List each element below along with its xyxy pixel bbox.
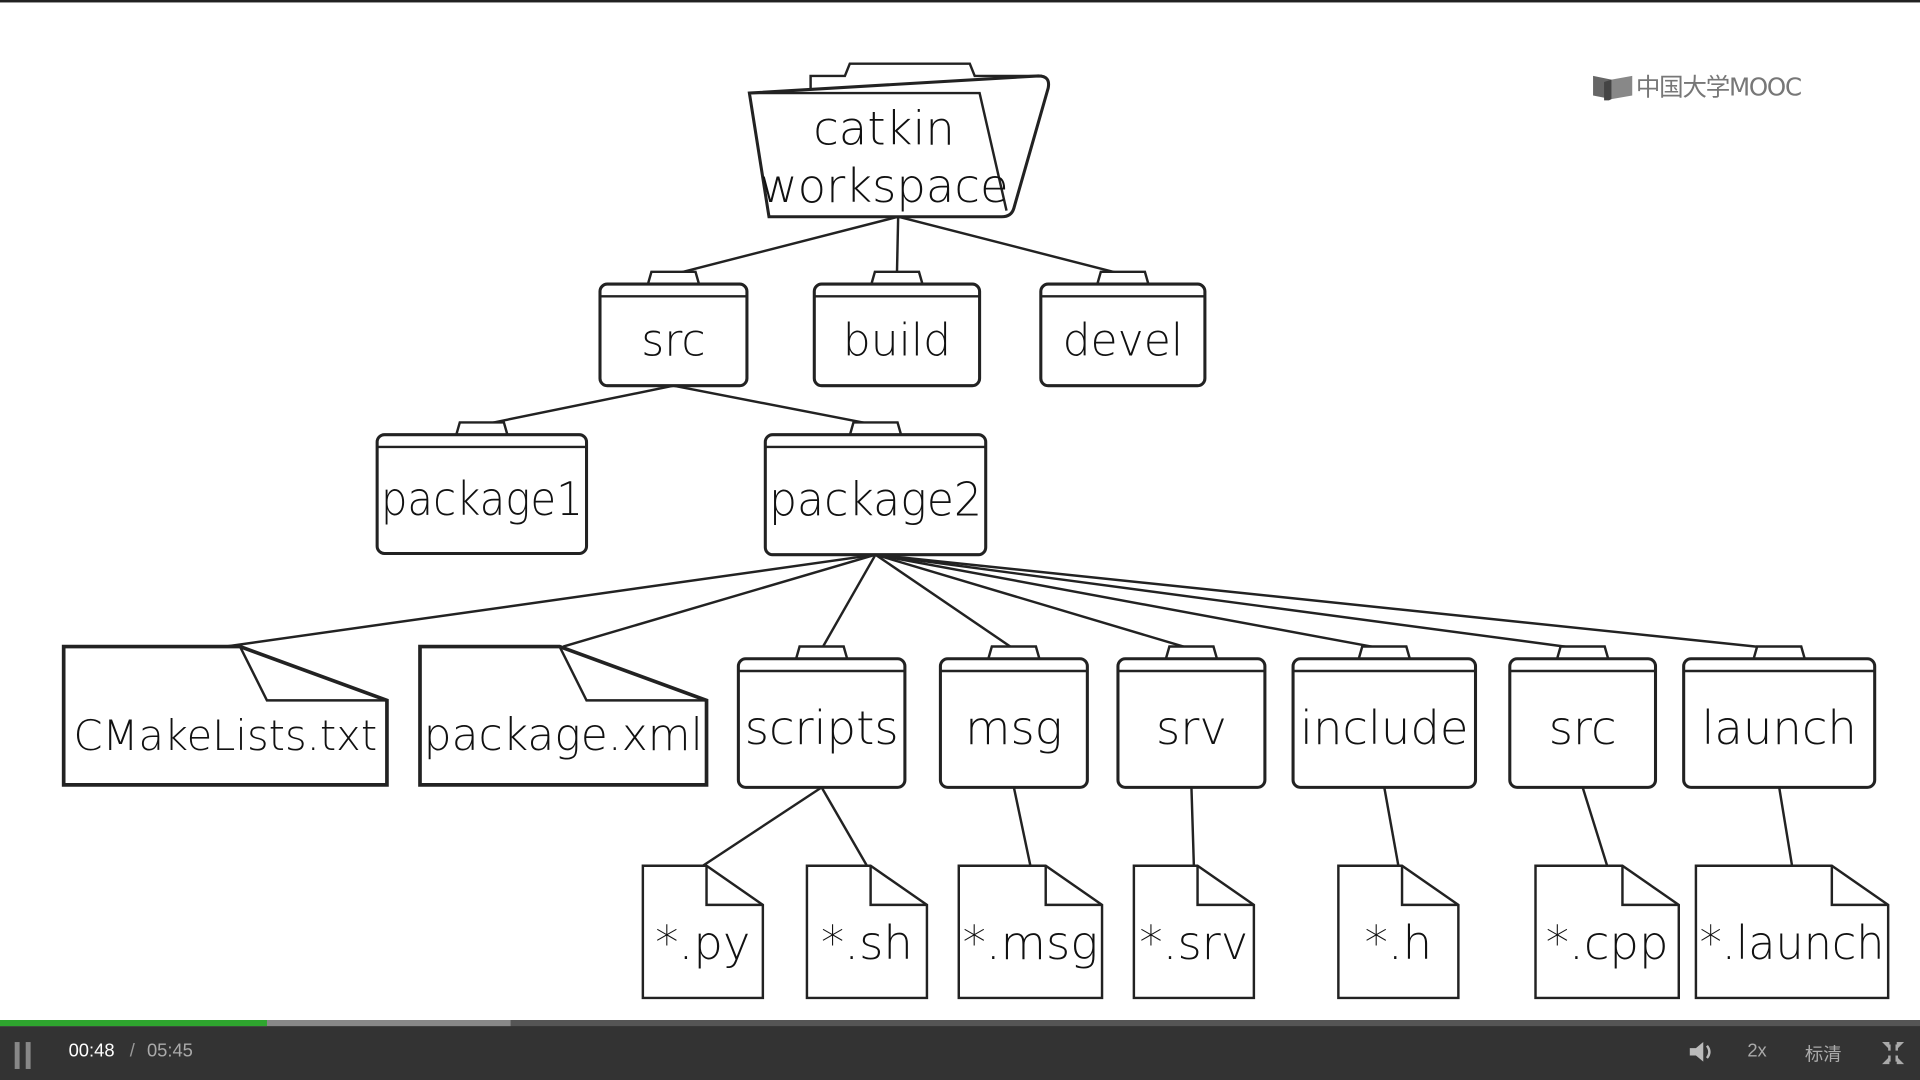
node-launchf[interactable]: *.launch <box>1694 864 1890 1000</box>
edge-ws-src <box>673 215 899 276</box>
node-cpp[interactable]: *.cpp <box>1534 864 1681 1000</box>
node-cmake[interactable]: CMakeLists.txt <box>61 644 389 787</box>
volume-icon[interactable] <box>1687 1040 1716 1064</box>
exit-fullscreen-icon[interactable] <box>1881 1041 1905 1065</box>
edge-package2-include <box>875 553 1385 651</box>
quality-button[interactable]: 标清 <box>1805 1041 1842 1067</box>
edge-src-package2 <box>673 384 876 427</box>
speed-button[interactable]: 2x <box>1747 1041 1766 1062</box>
node-label: package2 <box>769 473 982 527</box>
node-label: package.xml <box>424 710 703 761</box>
edge-msg-msgf <box>1012 787 1032 866</box>
root-label-line: workspace <box>760 159 1009 213</box>
node-h[interactable]: *.h <box>1337 864 1460 1000</box>
node-msgf[interactable]: *.msg <box>957 864 1104 1000</box>
node-sh[interactable]: *.sh <box>805 864 929 1000</box>
edge-scripts-py <box>702 786 823 867</box>
edge-src2-cpp <box>1581 786 1609 867</box>
node-include[interactable]: include <box>1291 645 1478 789</box>
node-srvf[interactable]: *.srv <box>1132 864 1256 1000</box>
mooc-logo: 中国大学MOOC <box>1592 67 1802 103</box>
progress-bar[interactable] <box>0 1020 1920 1027</box>
node-label: *.srv <box>1139 916 1248 970</box>
node-label: *.cpp <box>1546 916 1669 970</box>
node-label: devel <box>1063 316 1184 367</box>
node-label: src <box>1549 701 1617 755</box>
node-catkin-workspace: catkinworkspace <box>747 62 1051 219</box>
node-label: *.h <box>1365 916 1433 970</box>
current-time: 00:48 <box>68 1040 115 1062</box>
node-devel[interactable]: devel <box>1039 270 1207 388</box>
node-msg[interactable]: msg <box>938 645 1089 789</box>
node-label: msg <box>965 701 1062 755</box>
edge-package2-srv <box>875 553 1192 651</box>
node-package2[interactable]: package2 <box>763 421 988 557</box>
node-label: *.sh <box>821 916 913 970</box>
root-label-line: catkin <box>813 101 955 155</box>
node-label: CMakeLists.txt <box>73 711 377 760</box>
edge-package2-msg <box>874 553 1015 650</box>
node-scripts[interactable]: scripts <box>736 645 907 789</box>
edge-ws-devel <box>897 215 1124 276</box>
edge-package2-cmake <box>225 553 876 648</box>
node-pkgxml[interactable]: package.xml <box>418 644 709 787</box>
video-control-bar: 00:48 / 05:45 2x 标清 <box>0 1020 1920 1080</box>
node-src[interactable]: src <box>598 270 749 388</box>
logo-text: 中国大学MOOC <box>1635 72 1802 102</box>
node-launch[interactable]: launch <box>1682 645 1877 789</box>
edge-ws-build <box>895 216 900 275</box>
edge-srv-srvf <box>1190 787 1196 866</box>
catkin-workspace-tree-diagram: catkinworkspace src build devel package1 pack… <box>61 62 1890 1000</box>
edge-package2-launch <box>875 553 1780 651</box>
edge-scripts-sh <box>820 786 868 867</box>
edge-package2-pkgxml <box>562 553 876 648</box>
node-label: *.launch <box>1700 916 1885 970</box>
node-label: build <box>843 316 951 367</box>
node-label: launch <box>1701 701 1856 755</box>
node-label: scripts <box>745 701 899 755</box>
edge-launch-launchf <box>1777 787 1794 866</box>
node-src2[interactable]: src <box>1508 645 1658 789</box>
video-frame: catkin workspace src build devel package1 pack… <box>0 0 1920 1080</box>
edge-package2-src2 <box>875 553 1583 651</box>
node-label: src <box>641 316 705 367</box>
node-label: include <box>1300 701 1469 755</box>
node-label: *.py <box>655 916 750 970</box>
pause-button[interactable] <box>14 1042 32 1069</box>
played-progress <box>0 1020 267 1027</box>
edge-src-package1 <box>481 384 674 427</box>
node-label: srv <box>1156 701 1227 755</box>
duration: 05:45 <box>146 1040 193 1062</box>
node-py[interactable]: *.py <box>641 864 765 1000</box>
tree-nodes: catkinworkspace src build devel package1 pack… <box>61 62 1890 1000</box>
edge-include-h <box>1383 787 1400 866</box>
logo-book-icon <box>1593 75 1633 100</box>
node-label: *.msg <box>963 916 1099 970</box>
node-build[interactable]: build <box>812 270 982 388</box>
node-label: package1 <box>381 472 583 526</box>
time-separator: / <box>129 1040 135 1062</box>
node-srv[interactable]: srv <box>1116 645 1267 789</box>
node-package1[interactable]: package1 <box>375 421 589 556</box>
